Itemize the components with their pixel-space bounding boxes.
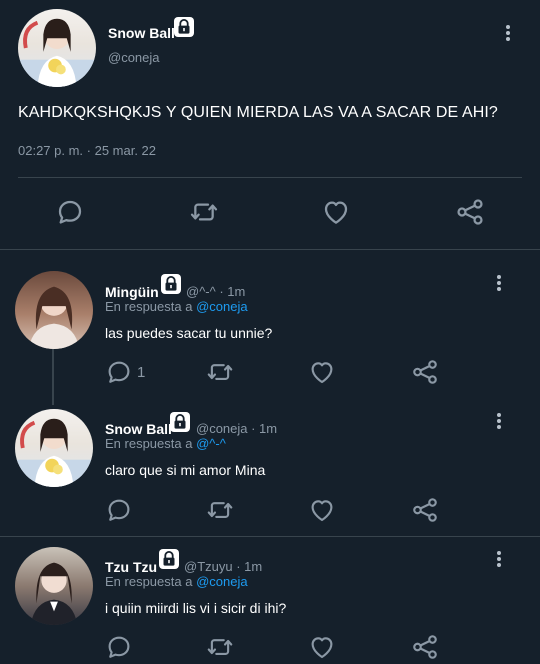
heart-icon[interactable] — [307, 632, 337, 662]
share-icon[interactable] — [410, 495, 440, 525]
more-vertical-icon[interactable] — [494, 273, 504, 295]
main-tweet: Snow Ball @coneja KAHDKQKSHQKJS Y QUIEN … — [0, 0, 540, 250]
retweet-icon[interactable] — [205, 632, 235, 662]
in-reply-to: En respuesta a @^-^ — [105, 436, 226, 451]
in-reply-label: En respuesta a — [105, 574, 197, 589]
lock-icon — [169, 411, 191, 433]
user-handle[interactable]: @coneja — [108, 50, 160, 65]
in-reply-label: En respuesta a — [105, 436, 197, 451]
divider — [0, 536, 540, 537]
retweet-icon[interactable] — [188, 196, 220, 228]
in-reply-to: En respuesta a @coneja — [105, 574, 248, 589]
avatar[interactable] — [18, 9, 96, 87]
lock-icon — [160, 273, 182, 295]
reply-text: i quiin miirdi lis vi i sicir di ihi? — [105, 600, 287, 616]
avatar[interactable] — [15, 409, 93, 487]
in-reply-label: En respuesta a — [105, 299, 197, 314]
display-name[interactable]: Snow Ball — [105, 421, 172, 437]
more-vertical-icon[interactable] — [494, 549, 504, 571]
speech-bubble-icon[interactable] — [104, 632, 134, 662]
thread-line — [52, 349, 54, 405]
reply-to-link[interactable]: @^-^ — [196, 436, 226, 451]
user-handle-time[interactable]: @Tzuyu · 1m — [184, 559, 262, 574]
lock-icon — [173, 16, 195, 38]
speech-bubble-icon[interactable] — [104, 357, 134, 387]
avatar[interactable] — [15, 271, 93, 349]
retweet-icon[interactable] — [205, 357, 235, 387]
heart-icon[interactable] — [320, 196, 352, 228]
display-name[interactable]: Snow Ball — [108, 25, 175, 41]
display-name[interactable]: Mingüin — [105, 284, 159, 300]
display-name[interactable]: Tzu Tzu — [105, 559, 157, 575]
reply-count: 1 — [137, 364, 146, 381]
share-icon[interactable] — [454, 196, 486, 228]
reply-to-link[interactable]: @coneja — [196, 574, 248, 589]
reply-text: claro que si mi amor Mina — [105, 462, 266, 478]
share-icon[interactable] — [410, 357, 440, 387]
speech-bubble-icon[interactable] — [104, 495, 134, 525]
tweet-text: KAHDKQKSHQKJS Y QUIEN MIERDA LAS VA A SA… — [18, 104, 498, 121]
avatar[interactable] — [15, 547, 93, 625]
heart-icon[interactable] — [307, 495, 337, 525]
reply-to-link[interactable]: @coneja — [196, 299, 248, 314]
in-reply-to: En respuesta a @coneja — [105, 299, 248, 314]
user-handle-time[interactable]: @coneja · 1m — [196, 421, 277, 436]
tweet-timestamp[interactable]: 02:27 p. m. · 25 mar. 22 — [18, 143, 156, 158]
more-vertical-icon[interactable] — [494, 411, 504, 433]
divider — [0, 249, 540, 250]
speech-bubble-icon[interactable] — [54, 196, 86, 228]
retweet-icon[interactable] — [205, 495, 235, 525]
share-icon[interactable] — [410, 632, 440, 662]
lock-icon — [158, 548, 180, 570]
reply-text: las puedes sacar tu unnie? — [105, 325, 273, 341]
user-handle-time[interactable]: @^-^ · 1m — [186, 284, 245, 299]
more-vertical-icon[interactable] — [503, 23, 513, 45]
heart-icon[interactable] — [307, 357, 337, 387]
divider — [18, 177, 522, 178]
